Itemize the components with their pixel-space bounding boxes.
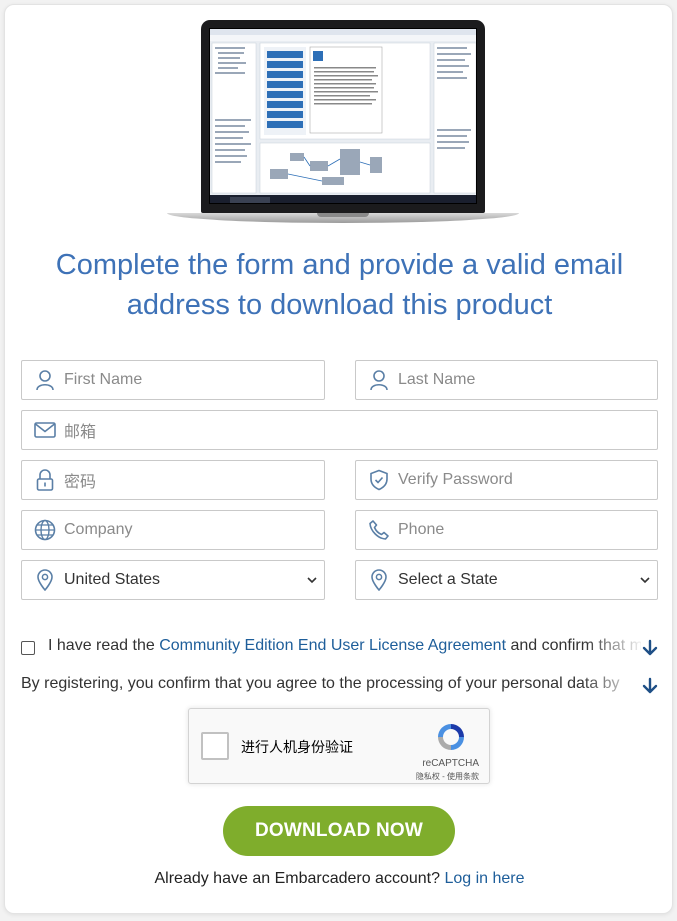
consent-text: By registering, you confirm that you agr… [21,675,620,692]
shield-check-icon [356,461,398,499]
page-heading: Complete the form and provide a valid em… [5,245,674,325]
first-name-field[interactable]: First Name [21,360,325,400]
phone-field[interactable]: Phone [355,510,658,550]
verify-password-placeholder: Verify Password [398,471,513,488]
last-name-placeholder: Last Name [398,371,476,388]
email-field[interactable]: 邮箱 [21,410,658,450]
laptop-notch [317,213,369,217]
agreement-text: I have read the Community Edition End Us… [48,637,641,659]
recaptcha-logo-icon [435,721,467,753]
user-icon [356,361,398,399]
recaptcha-label: 进行人机身份验证 [241,739,353,755]
globe-icon [22,511,64,549]
country-value: United States [64,571,161,588]
first-name-placeholder: First Name [64,371,143,388]
heading-line-2: address to download this product [126,289,553,321]
country-select[interactable]: United States [21,560,325,600]
login-link[interactable]: Log in here [444,870,524,887]
arrow-down-icon[interactable] [642,639,658,657]
recaptcha-widget: 进行人机身份验证 reCAPTCHA 隐私权 - 使用条款 [188,708,490,784]
email-placeholder: 邮箱 [64,424,97,441]
agreement-fade [585,637,645,659]
phone-icon [356,511,398,549]
heading-line-1: Complete the form and provide a valid em… [55,249,624,281]
recaptcha-brand: reCAPTCHA [422,758,479,769]
verify-password-field[interactable]: Verify Password [355,460,658,500]
last-name-field[interactable]: Last Name [355,360,658,400]
state-value: Select a State [398,571,498,588]
consent-fade [581,675,641,697]
agreement-prefix: I have read the [48,637,160,654]
user-icon [22,361,64,399]
company-placeholder: Company [64,521,133,538]
state-select[interactable]: Select a State [355,560,658,600]
password-field[interactable]: 密码 [21,460,325,500]
recaptcha-links[interactable]: 隐私权 - 使用条款 [416,771,479,782]
company-field[interactable]: Company [21,510,325,550]
eula-link[interactable]: Community Edition End User License Agree… [159,637,506,654]
ide-screenshot [209,28,477,204]
product-laptop-image [167,20,519,228]
lock-icon [22,461,64,499]
map-pin-icon [356,561,398,599]
phone-placeholder: Phone [398,521,445,538]
arrow-down-icon[interactable] [642,677,658,695]
registration-card: Complete the form and provide a valid em… [4,4,673,914]
envelope-icon [22,411,64,449]
map-pin-icon [22,561,64,599]
chevron-down-icon [306,573,318,592]
recaptcha-checkbox[interactable] [201,732,229,760]
login-prompt-text: Already have an Embarcadero account? [154,870,445,887]
laptop-lid [201,20,485,213]
login-prompt: Already have an Embarcadero account? Log… [5,870,674,888]
chevron-down-icon [639,573,651,592]
agreement-checkbox[interactable] [21,641,35,655]
password-placeholder: 密码 [64,474,97,491]
download-now-button[interactable]: DOWNLOAD NOW [223,806,455,856]
